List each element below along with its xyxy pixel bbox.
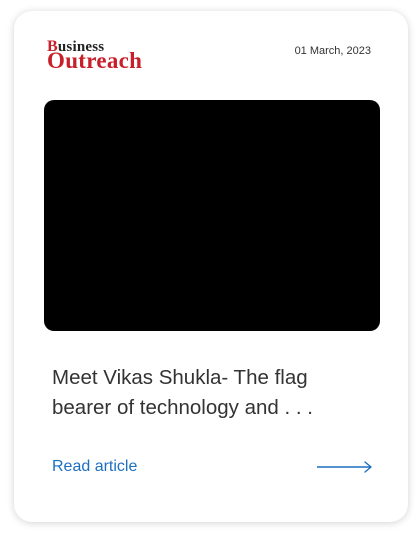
article-media[interactable] [44,100,380,331]
logo-bottom-line: Outreach [47,48,143,73]
read-article-link[interactable]: Read article [52,458,137,476]
arrow-right-icon[interactable] [316,460,374,474]
article-card[interactable]: Business Outreach 01 March, 2023 Meet Vi… [14,11,408,522]
business-outreach-logo: Business Outreach [47,38,167,73]
article-headline[interactable]: Meet Vikas Shukla- The flag bearer of te… [52,363,372,423]
article-date: 01 March, 2023 [294,45,371,57]
